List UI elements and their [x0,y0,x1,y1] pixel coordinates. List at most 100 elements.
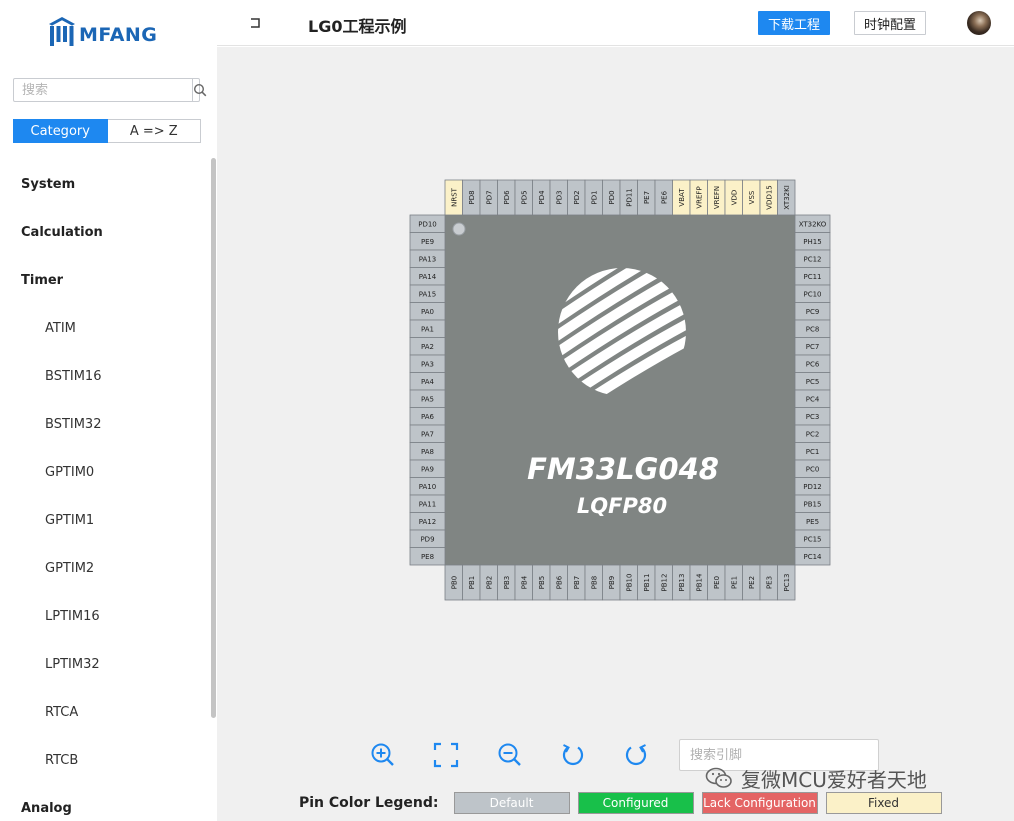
sidebar-item-timer[interactable]: Timer [21,270,63,290]
sidebar-item-bstim16[interactable]: BSTIM16 [45,366,101,386]
pin-pc13[interactable]: PC13 [777,564,796,601]
tab-alphabetical[interactable]: A => Z [107,119,201,143]
pin-pd1[interactable]: PD1 [584,179,603,216]
rotate-left-button[interactable] [559,741,587,769]
pin-pb11[interactable]: PB11 [637,564,656,601]
pin-pc15[interactable]: PC15 [794,529,831,548]
pin-pb3[interactable]: PB3 [497,564,516,601]
pin-pa1[interactable]: PA1 [409,319,446,338]
sidebar-item-rtca[interactable]: RTCA [45,702,78,722]
pin-xt32ko[interactable]: XT32KO [794,214,831,233]
pin-pe9[interactable]: PE9 [409,232,446,251]
sidebar-item-gptim2[interactable]: GPTIM2 [45,558,94,578]
back-button[interactable] [247,14,263,32]
pin-pd5[interactable]: PD5 [514,179,533,216]
rotate-right-button[interactable] [622,741,650,769]
pin-pb4[interactable]: PB4 [514,564,533,601]
pin-pc10[interactable]: PC10 [794,284,831,303]
pin-pe3[interactable]: PE3 [759,564,778,601]
pin-pc2[interactable]: PC2 [794,424,831,443]
pin-vbat[interactable]: VBAT [672,179,691,216]
pin-pc5[interactable]: PC5 [794,372,831,391]
sidebar-scrollbar[interactable] [211,158,216,718]
sidebar-item-lptim16[interactable]: LPTIM16 [45,606,100,626]
pin-pd12[interactable]: PD12 [794,477,831,496]
pin-vss[interactable]: VSS [742,179,761,216]
pin-pb8[interactable]: PB8 [584,564,603,601]
sidebar-item-rtcb[interactable]: RTCB [45,750,78,770]
pin-pc14[interactable]: PC14 [794,547,831,566]
pin-pa5[interactable]: PA5 [409,389,446,408]
pin-pe2[interactable]: PE2 [742,564,761,601]
pin-pa8[interactable]: PA8 [409,442,446,461]
pin-pd0[interactable]: PD0 [602,179,621,216]
pin-pc3[interactable]: PC3 [794,407,831,426]
pin-pb1[interactable]: PB1 [462,564,481,601]
pin-vrefn[interactable]: VREFN [707,179,726,216]
zoom-out-button[interactable] [496,741,524,769]
pin-pc8[interactable]: PC8 [794,319,831,338]
pin-pb5[interactable]: PB5 [532,564,551,601]
pin-vdd[interactable]: VDD [724,179,743,216]
pin-pe0[interactable]: PE0 [707,564,726,601]
pin-vdd15[interactable]: VDD15 [759,179,778,216]
pin-pc12[interactable]: PC12 [794,249,831,268]
pin-pe6[interactable]: PE6 [654,179,673,216]
tab-category[interactable]: Category [13,119,108,143]
pin-pc4[interactable]: PC4 [794,389,831,408]
pin-pb9[interactable]: PB9 [602,564,621,601]
sidebar-item-gptim1[interactable]: GPTIM1 [45,510,94,530]
search-input[interactable] [14,79,192,101]
download-project-button[interactable]: 下载工程 [758,11,830,35]
pin-pb2[interactable]: PB2 [479,564,498,601]
sidebar-item-system[interactable]: System [21,174,75,194]
pin-pd10[interactable]: PD10 [409,214,446,233]
pin-pe7[interactable]: PE7 [637,179,656,216]
pin-pe1[interactable]: PE1 [724,564,743,601]
pin-pd8[interactable]: PD8 [462,179,481,216]
pin-nrst[interactable]: NRST [444,179,463,216]
sidebar-item-lptim32[interactable]: LPTIM32 [45,654,100,674]
pin-pb0[interactable]: PB0 [444,564,463,601]
pin-vrefp[interactable]: VREFP [689,179,708,216]
pin-pb14[interactable]: PB14 [689,564,708,601]
pin-pa3[interactable]: PA3 [409,354,446,373]
sidebar-item-gptim0[interactable]: GPTIM0 [45,462,94,482]
pin-pc1[interactable]: PC1 [794,442,831,461]
pin-pc0[interactable]: PC0 [794,459,831,478]
pin-pa14[interactable]: PA14 [409,267,446,286]
pin-pc9[interactable]: PC9 [794,302,831,321]
pin-pb7[interactable]: PB7 [567,564,586,601]
pin-pb6[interactable]: PB6 [549,564,568,601]
pin-pd6[interactable]: PD6 [497,179,516,216]
pin-pa13[interactable]: PA13 [409,249,446,268]
pin-pa7[interactable]: PA7 [409,424,446,443]
pin-pc11[interactable]: PC11 [794,267,831,286]
clock-config-button[interactable]: 时钟配置 [854,11,926,35]
pin-pa9[interactable]: PA9 [409,459,446,478]
pin-pa4[interactable]: PA4 [409,372,446,391]
pin-pd11[interactable]: PD11 [619,179,638,216]
pin-pd2[interactable]: PD2 [567,179,586,216]
pin-pb15[interactable]: PB15 [794,494,831,513]
fit-screen-button[interactable] [432,741,460,769]
pin-pb10[interactable]: PB10 [619,564,638,601]
pin-pd4[interactable]: PD4 [532,179,551,216]
pin-pa11[interactable]: PA11 [409,494,446,513]
pin-xt32ki[interactable]: XT32KI [777,179,796,216]
pin-pa10[interactable]: PA10 [409,477,446,496]
pin-ph15[interactable]: PH15 [794,232,831,251]
sidebar-item-analog[interactable]: Analog [21,798,72,818]
zoom-in-button[interactable] [369,741,397,769]
pin-pa15[interactable]: PA15 [409,284,446,303]
pin-pe8[interactable]: PE8 [409,547,446,566]
avatar[interactable] [967,11,991,35]
chip-canvas[interactable]: NRST PD8 PD7 PD6 PD5 PD4 PD3 PD2 PD1 PD0 PD11 PE7 PE… [217,47,1014,821]
search-button[interactable] [192,79,207,101]
pin-pd7[interactable]: PD7 [479,179,498,216]
pin-pd9[interactable]: PD9 [409,529,446,548]
sidebar-item-bstim32[interactable]: BSTIM32 [45,414,101,434]
sidebar-item-atim[interactable]: ATIM [45,318,76,338]
sidebar-item-calculation[interactable]: Calculation [21,222,103,242]
pin-pa6[interactable]: PA6 [409,407,446,426]
